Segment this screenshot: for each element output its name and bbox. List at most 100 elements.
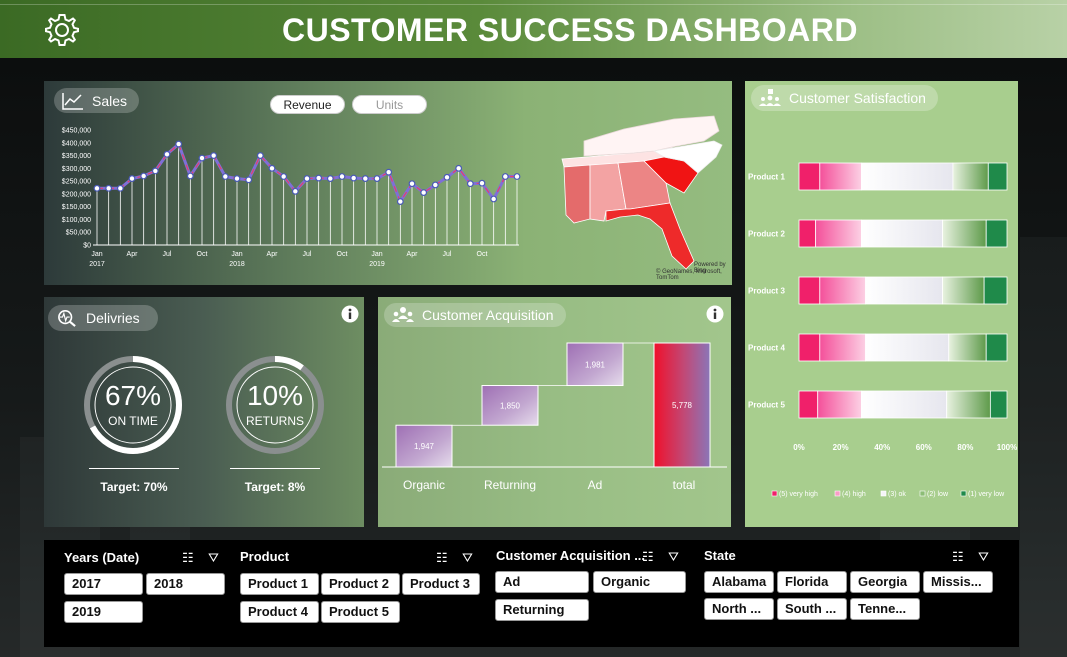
satisfaction-segment[interactable] xyxy=(798,390,819,419)
satisfaction-segment[interactable] xyxy=(798,219,817,248)
x-tick-month: Jan xyxy=(371,251,382,258)
map-state-mississippi[interactable] xyxy=(563,164,591,224)
sales-point xyxy=(291,187,299,195)
sales-point xyxy=(151,167,159,175)
waterfall-value-label: 1,981 xyxy=(585,360,606,369)
slicer-controls: ☷ ⛛ xyxy=(952,549,996,565)
customer-satisfaction-panel: Customer Satisfaction Product 1 Product 2… xyxy=(745,81,1018,527)
x-tick-month: Jan xyxy=(91,251,102,258)
sales-point xyxy=(396,198,404,205)
legend-swatch xyxy=(834,490,841,497)
product-label: Product 1 xyxy=(748,173,785,182)
satisfaction-segment[interactable] xyxy=(817,390,862,419)
sales-point xyxy=(443,173,451,181)
info-icon[interactable] xyxy=(341,305,359,323)
satisfaction-segment[interactable] xyxy=(861,219,943,248)
x-tick-label: 100% xyxy=(997,443,1017,452)
clear-filter-icon[interactable]: ⛛ xyxy=(208,550,219,566)
slicer-item[interactable]: Product 2 xyxy=(321,573,400,595)
satisfaction-segment[interactable] xyxy=(798,333,821,362)
multi-select-icon[interactable]: ☷ xyxy=(436,550,448,566)
slicer-item[interactable]: Georgia xyxy=(850,571,920,593)
sales-point xyxy=(513,173,521,180)
sales-point xyxy=(431,181,439,189)
slicer-item[interactable]: Alabama xyxy=(704,571,774,593)
satisfaction-segment[interactable] xyxy=(942,219,987,248)
sales-point xyxy=(256,152,264,159)
header-bar: CUSTOMER SUCCESS DASHBOARD xyxy=(0,0,1067,58)
satisfaction-segment[interactable] xyxy=(985,219,1008,248)
slicer-item[interactable]: North ... xyxy=(704,598,774,620)
clear-filter-icon[interactable]: ⛛ xyxy=(978,549,989,565)
satisfaction-segment[interactable] xyxy=(865,276,943,305)
acquisition-waterfall-chart: 1,947 Organic 1,850 Returning 1,981 Ad 5,778 to… xyxy=(382,342,727,492)
satisfaction-segment[interactable] xyxy=(865,333,950,362)
slicer-item[interactable]: Product 4 xyxy=(240,601,319,623)
satisfaction-segment[interactable] xyxy=(942,276,985,305)
returns-gauge: 10% RETURNS xyxy=(224,354,326,456)
sales-point xyxy=(408,180,416,188)
multi-select-icon[interactable]: ☷ xyxy=(952,549,964,565)
southeast-us-map[interactable] xyxy=(554,111,724,271)
customer-acquisition-panel: Customer Acquisition 1,947 Organic 1,850 Re… xyxy=(378,297,731,527)
legend-label: (3) ok xyxy=(888,491,906,498)
slicer-item[interactable]: Tenne... xyxy=(850,598,920,620)
satisfaction-segment[interactable] xyxy=(861,390,948,419)
product-label: Product 2 xyxy=(748,230,785,239)
waterfall-value-label: 1,947 xyxy=(414,442,435,451)
slicer-controls: ☷ ⛛ xyxy=(642,549,686,565)
satisfaction-segment[interactable] xyxy=(946,390,991,419)
clear-filter-icon[interactable]: ⛛ xyxy=(668,549,679,565)
legend-swatch xyxy=(880,490,887,497)
satisfaction-segment[interactable] xyxy=(798,162,821,191)
slicer-item[interactable]: Product 5 xyxy=(321,601,400,623)
slicer-item[interactable]: Ad xyxy=(495,571,589,593)
satisfaction-segment[interactable] xyxy=(989,390,1008,419)
slicer-item[interactable]: 2019 xyxy=(64,601,143,623)
sales-point xyxy=(268,164,276,172)
satisfaction-segment[interactable] xyxy=(861,162,954,191)
slicer-item[interactable]: Missis... xyxy=(923,571,993,593)
y-tick-label: $300,000 xyxy=(62,166,91,173)
satisfaction-segment[interactable] xyxy=(948,333,987,362)
satisfaction-segment[interactable] xyxy=(819,276,866,305)
slicer-item[interactable]: Returning xyxy=(495,599,589,621)
slicer-item[interactable]: 2018 xyxy=(146,573,225,595)
slicer-item[interactable]: South ... xyxy=(777,598,847,620)
slicer-item[interactable]: Product 3 xyxy=(402,573,480,595)
multi-select-icon[interactable]: ☷ xyxy=(642,549,654,565)
sales-point xyxy=(385,168,393,176)
waterfall-category-label: Returning xyxy=(484,478,536,492)
x-tick-month: Jul xyxy=(163,251,172,258)
product-label: Product 5 xyxy=(748,401,785,410)
on-time-target: Target: 70% xyxy=(100,480,168,494)
on-time-sublabel: ON TIME xyxy=(108,414,158,428)
satisfaction-segment[interactable] xyxy=(798,276,821,305)
satisfaction-segment[interactable] xyxy=(987,162,1008,191)
satisfaction-segment[interactable] xyxy=(952,162,989,191)
slicer-title-product: Product xyxy=(240,549,290,564)
sales-point xyxy=(350,174,358,182)
legend-label: (5) very high xyxy=(779,491,818,498)
multi-select-icon[interactable]: ☷ xyxy=(182,550,194,566)
slicer-item[interactable]: 2017 xyxy=(64,573,143,595)
sales-point xyxy=(315,174,323,182)
slicer-item[interactable]: Organic xyxy=(593,571,686,593)
clear-filter-icon[interactable]: ⛛ xyxy=(462,550,473,566)
sales-point xyxy=(128,175,136,182)
satisfaction-segment[interactable] xyxy=(819,162,862,191)
satisfaction-segment[interactable] xyxy=(985,333,1008,362)
sales-point xyxy=(116,184,124,192)
satisfaction-segment[interactable] xyxy=(815,219,862,248)
slicer-item[interactable]: Florida xyxy=(777,571,847,593)
y-tick-label: $250,000 xyxy=(62,179,91,186)
satisfaction-segment[interactable] xyxy=(983,276,1008,305)
satisfaction-segment[interactable] xyxy=(819,333,866,362)
product-label: Product 4 xyxy=(748,344,785,353)
legend-swatch xyxy=(919,490,926,497)
slicer-item[interactable]: Product 1 xyxy=(240,573,319,595)
legend-label: (2) low xyxy=(927,491,949,498)
map-state-florida[interactable] xyxy=(605,202,695,270)
sales-point xyxy=(280,173,288,180)
slicer-title-state: State xyxy=(704,548,736,563)
